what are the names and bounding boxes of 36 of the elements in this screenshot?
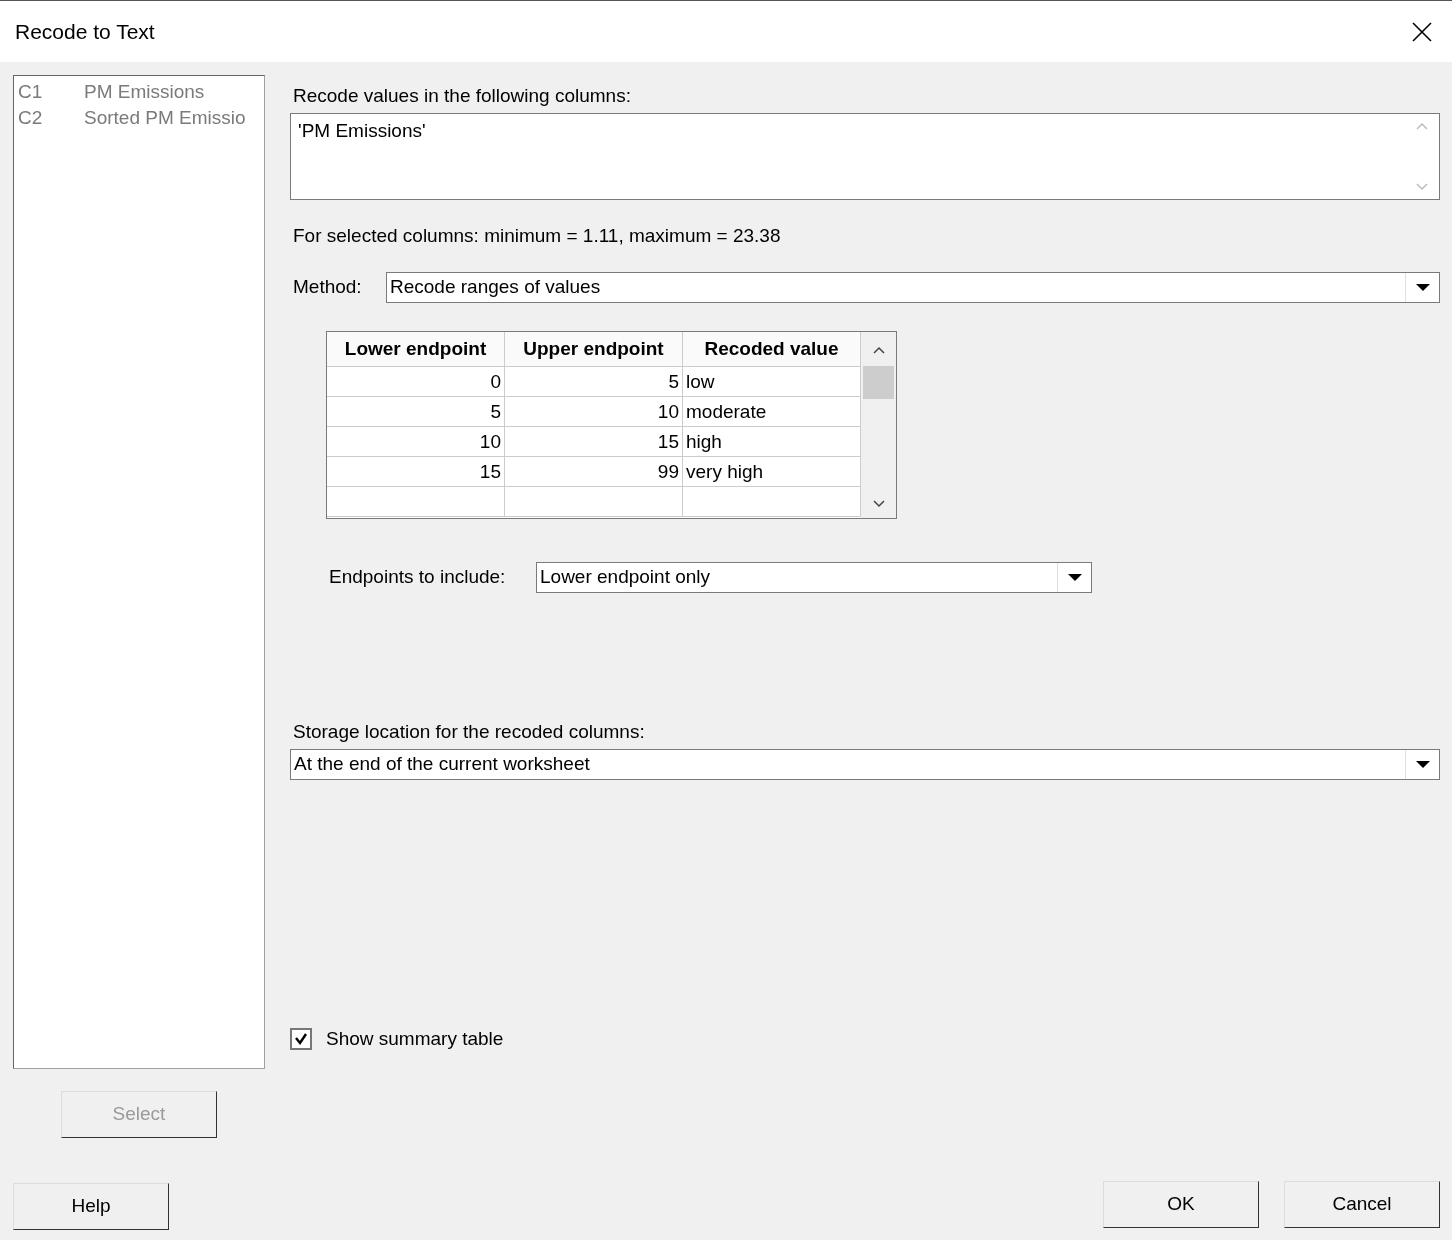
dropdown[interactable]: Lower endpoint only (536, 562, 1092, 593)
column-id: C1 (18, 80, 44, 104)
method-label: Method: (293, 275, 363, 300)
table-cell[interactable]: 5 (505, 367, 683, 396)
column-header[interactable]: Upper endpoint (505, 332, 683, 366)
scrollbar-thumb[interactable] (863, 366, 894, 399)
dialog-button[interactable]: Cancel (1284, 1181, 1440, 1228)
storage-label: Storage location for the recoded columns: (293, 720, 646, 744)
window-title: Recode to Text (15, 18, 155, 45)
table-cell[interactable]: 99 (505, 457, 683, 486)
scrollbar[interactable] (861, 332, 896, 518)
table-cell[interactable]: 0 (327, 367, 505, 396)
scroll-up-icon[interactable] (872, 346, 885, 354)
dropdown-arrow-icon (1414, 283, 1431, 292)
help-button[interactable]: Help (13, 1183, 169, 1230)
dropdown-arrow-icon (1414, 759, 1431, 769)
table-cell[interactable]: 10 (505, 397, 683, 426)
range-info-text: For selected columns: minimum = 1.11, maximum = 23.38 (293, 223, 782, 248)
close-icon[interactable] (1412, 21, 1432, 42)
scroll-down-icon[interactable] (872, 500, 885, 508)
checkmark-icon (294, 1032, 308, 1045)
checkbox-label[interactable]: Show summary table (326, 1024, 504, 1053)
dropdown[interactable]: At the end of the current worksheet (290, 748, 1440, 780)
column-header[interactable]: Recoded value (683, 332, 861, 366)
endpoints-label: Endpoints to include: (329, 565, 507, 590)
dialog-button[interactable]: OK (1103, 1181, 1259, 1228)
table-cell[interactable]: 5 (327, 397, 505, 426)
dropdown[interactable]: Recode ranges of values (386, 272, 1440, 303)
dropdown-arrow-icon (1066, 573, 1083, 582)
checkbox[interactable] (290, 1027, 312, 1050)
table-cell[interactable]: 10 (327, 427, 505, 456)
table-cell[interactable]: 15 (505, 427, 683, 456)
column-id: C2 (18, 106, 44, 130)
field-label: Recode values in the following columns: (293, 84, 632, 108)
table-cell[interactable]: 15 (327, 457, 505, 486)
column-header[interactable]: Lower endpoint (327, 332, 505, 366)
